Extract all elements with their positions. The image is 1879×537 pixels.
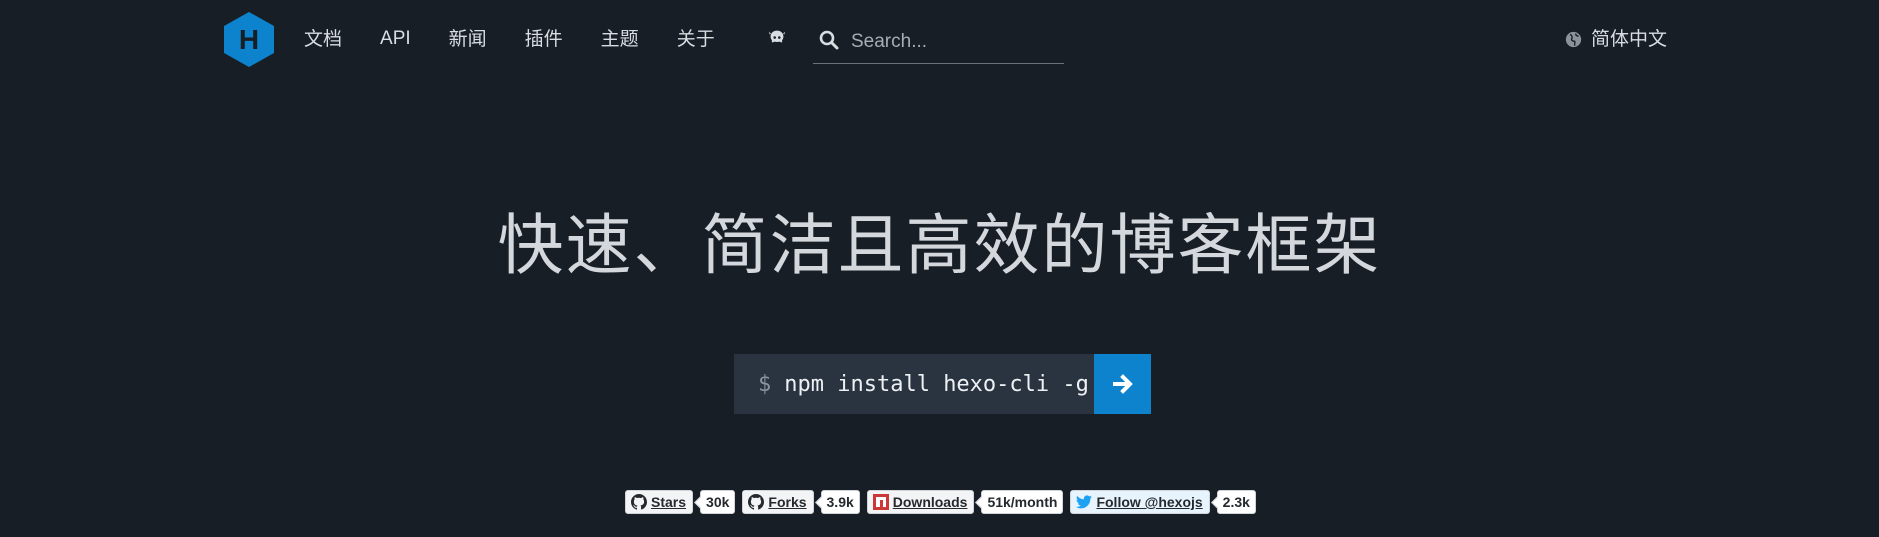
nav-api[interactable]: API <box>380 24 411 54</box>
github-icon <box>631 494 647 510</box>
downloads-label: Downloads <box>893 494 968 510</box>
nav-news[interactable]: 新闻 <box>449 24 487 54</box>
stars-badge: Stars 30k <box>625 490 735 514</box>
search-box <box>813 24 1064 64</box>
stars-button[interactable]: Stars <box>625 490 693 514</box>
search-icon <box>819 30 839 50</box>
forks-badge: Forks 3.9k <box>742 490 859 514</box>
follow-label: Follow @hexojs <box>1096 494 1202 510</box>
install-command: npm install hexo-cli -g <box>784 372 1089 397</box>
github-icon <box>748 494 764 510</box>
npm-icon <box>873 494 889 510</box>
forks-label: Forks <box>768 494 806 510</box>
hexo-logo-icon: H <box>223 11 275 68</box>
follow-button[interactable]: Follow @hexojs <box>1070 490 1209 514</box>
main-nav: 文档 API 新闻 插件 主题 关于 <box>304 24 753 54</box>
nav-plugins[interactable]: 插件 <box>525 24 563 54</box>
forks-button[interactable]: Forks <box>742 490 813 514</box>
stars-label: Stars <box>651 494 686 510</box>
language-selector[interactable]: 简体中文 <box>1565 24 1667 54</box>
twitter-badge: Follow @hexojs 2.3k <box>1070 490 1255 514</box>
stars-count[interactable]: 30k <box>700 490 735 514</box>
nav-docs[interactable]: 文档 <box>304 24 342 54</box>
downloads-button[interactable]: Downloads <box>867 490 975 514</box>
language-label: 简体中文 <box>1591 24 1667 54</box>
twitter-icon <box>1076 495 1092 509</box>
hexo-logo[interactable]: H <box>223 11 275 68</box>
arrow-right-icon <box>1112 373 1134 395</box>
downloads-badge: Downloads 51k/month <box>867 490 1064 514</box>
nav-about[interactable]: 关于 <box>677 24 715 54</box>
github-icon <box>766 27 788 49</box>
install-block: $ npm install hexo-cli -g <box>734 354 1151 414</box>
globe-icon <box>1565 31 1582 48</box>
get-started-button[interactable] <box>1094 354 1151 414</box>
install-command-box[interactable]: $ npm install hexo-cli -g <box>734 354 1094 414</box>
command-prompt: $ <box>758 372 771 397</box>
badge-row: Stars 30k Forks 3.9k Downloads 51k/month <box>625 490 1263 514</box>
downloads-count[interactable]: 51k/month <box>981 490 1063 514</box>
github-link[interactable] <box>766 27 792 53</box>
nav-themes[interactable]: 主题 <box>601 24 639 54</box>
followers-count[interactable]: 2.3k <box>1217 490 1256 514</box>
search-input[interactable] <box>851 26 1056 58</box>
logo-letter: H <box>239 24 259 55</box>
forks-count[interactable]: 3.9k <box>821 490 860 514</box>
hero-headline: 快速、简洁且高效的博客框架 <box>0 206 1879 286</box>
